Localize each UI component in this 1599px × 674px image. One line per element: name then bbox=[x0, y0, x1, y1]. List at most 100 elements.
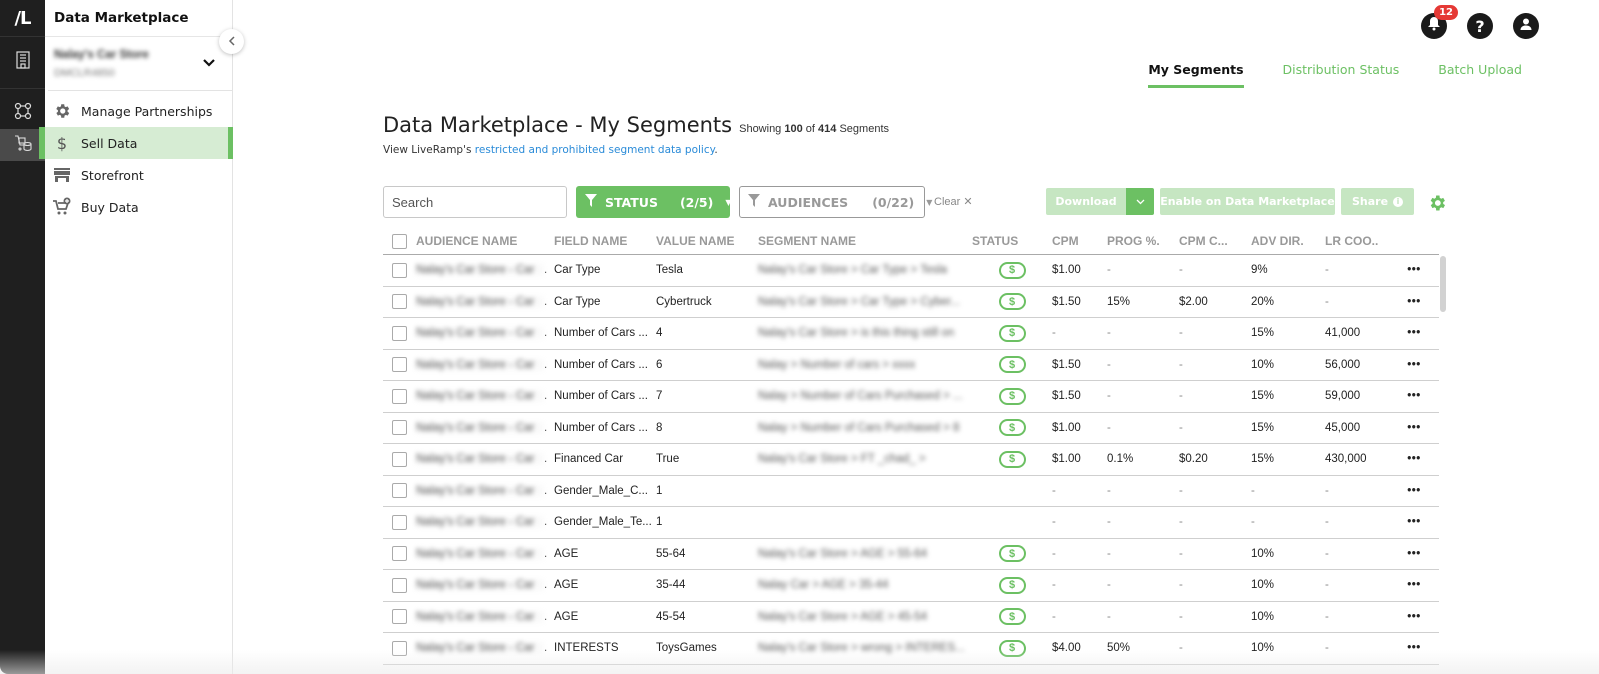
row-checkbox[interactable] bbox=[392, 577, 407, 593]
rail-item-organization[interactable] bbox=[0, 37, 45, 89]
status-filter-button[interactable]: STATUS (2/5) ▼ bbox=[576, 186, 732, 218]
tab-my-segments[interactable]: My Segments bbox=[1148, 62, 1244, 88]
collapse-sidebar-button[interactable] bbox=[219, 29, 244, 54]
column-header-prog-pct[interactable]: PROG %. bbox=[1107, 234, 1179, 248]
value-name-cell: 4 bbox=[656, 327, 663, 340]
row-checkbox[interactable] bbox=[392, 420, 407, 436]
column-header-value-name[interactable]: VALUE NAME bbox=[656, 234, 758, 248]
cpm-cell: $1.50 bbox=[1052, 295, 1081, 308]
cpm-cap-cell: - bbox=[1179, 484, 1183, 497]
select-all-checkbox[interactable] bbox=[392, 233, 407, 249]
notifications-button[interactable]: 12 bbox=[1421, 5, 1458, 39]
table-row[interactable]: Nalay's Car Store - Car . Gender_Male_Te… bbox=[383, 507, 1439, 539]
column-header-audience-name[interactable]: AUDIENCE NAME bbox=[416, 234, 554, 248]
field-name-cell: Number of Cars ... bbox=[554, 327, 648, 340]
adv-dir-cell: 15% bbox=[1251, 421, 1275, 434]
help-button[interactable]: ? bbox=[1467, 13, 1493, 39]
row-actions-menu-icon[interactable]: ••• bbox=[1399, 264, 1429, 276]
row-actions-menu-icon[interactable]: ••• bbox=[1399, 390, 1429, 402]
audiences-filter-button[interactable]: AUDIENCES (0/22) ▼ bbox=[739, 186, 932, 218]
chevron-down-icon[interactable] bbox=[202, 55, 216, 73]
table-row[interactable]: Nalay's Car Store - Car . AGE 35-44 Nala… bbox=[383, 570, 1439, 602]
row-checkbox[interactable] bbox=[392, 514, 407, 530]
storefront-icon bbox=[51, 165, 73, 185]
row-checkbox[interactable] bbox=[392, 357, 407, 373]
table-row[interactable]: Nalay's Car Store - Car . AGE 45-54 Nala… bbox=[383, 602, 1439, 633]
table-row[interactable]: Nalay's Car Store - Car . Financed Car T… bbox=[383, 444, 1439, 476]
row-checkbox[interactable] bbox=[392, 451, 407, 467]
table-row[interactable]: Nalay's Car Store - Car . AGE 55-64 Nala… bbox=[383, 539, 1439, 570]
row-checkbox[interactable] bbox=[392, 325, 407, 341]
policy-link[interactable]: restricted and prohibited segment data p… bbox=[475, 144, 715, 156]
row-checkbox[interactable] bbox=[392, 388, 407, 404]
audience-name-cell: Nalay's Car Store - Car bbox=[416, 484, 544, 497]
row-actions-menu-icon[interactable]: ••• bbox=[1399, 327, 1429, 339]
value-name-cell: 6 bbox=[656, 358, 663, 371]
row-actions-menu-icon[interactable]: ••• bbox=[1399, 422, 1429, 434]
rail-item-partnerships[interactable] bbox=[0, 97, 45, 129]
sidebar-item-storefront[interactable]: Storefront bbox=[45, 159, 232, 191]
row-checkbox[interactable] bbox=[392, 609, 407, 625]
tab-distribution-status[interactable]: Distribution Status bbox=[1283, 62, 1400, 88]
enable-on-marketplace-button[interactable]: Enable on Data Marketplace bbox=[1160, 188, 1335, 215]
table-row[interactable]: Nalay's Car Store - Car . Number of Cars… bbox=[383, 381, 1439, 413]
row-actions-menu-icon[interactable]: ••• bbox=[1399, 516, 1429, 528]
row-actions-menu-icon[interactable]: ••• bbox=[1399, 453, 1429, 465]
sidebar-item-sell-data[interactable]: $ Sell Data bbox=[39, 127, 233, 159]
sidebar-item-buy-data[interactable]: Buy Data bbox=[45, 191, 232, 223]
table-row[interactable]: Nalay's Car Store - Car . Car Type Tesla… bbox=[383, 255, 1439, 287]
truncation-dot: . bbox=[544, 453, 548, 466]
search-input[interactable] bbox=[383, 186, 567, 218]
table-scrollbar[interactable] bbox=[1440, 256, 1446, 312]
row-actions-menu-icon[interactable]: ••• bbox=[1399, 642, 1429, 654]
segment-name-cell: Nalay's Car Store > AGE > 55-64 bbox=[758, 547, 928, 560]
row-actions-menu-icon[interactable]: ••• bbox=[1399, 548, 1429, 560]
field-name-cell: INTERESTS bbox=[554, 642, 619, 655]
row-checkbox[interactable] bbox=[392, 262, 407, 278]
row-actions-menu-icon[interactable]: ••• bbox=[1399, 579, 1429, 591]
row-actions-menu-icon[interactable]: ••• bbox=[1399, 296, 1429, 308]
share-button[interactable]: Share i bbox=[1341, 188, 1414, 215]
cpm-cap-cell: - bbox=[1179, 516, 1183, 529]
download-button[interactable]: Download bbox=[1046, 188, 1126, 215]
field-name-cell: Gender_Male_C... bbox=[554, 484, 648, 497]
row-checkbox[interactable] bbox=[392, 294, 407, 310]
column-header-cpm[interactable]: CPM bbox=[1052, 234, 1107, 248]
cpm-cap-cell: - bbox=[1179, 264, 1183, 277]
prog-pct-cell: - bbox=[1107, 516, 1111, 529]
row-checkbox[interactable] bbox=[392, 483, 407, 499]
row-actions-menu-icon[interactable]: ••• bbox=[1399, 359, 1429, 371]
audience-name-cell: Nalay's Car Store - Car bbox=[416, 390, 544, 403]
table-row[interactable]: Nalay's Car Store - Car . Car Type Cyber… bbox=[383, 287, 1439, 318]
user-account-button[interactable] bbox=[1513, 13, 1539, 39]
table-row[interactable]: Nalay's Car Store - Car . Number of Cars… bbox=[383, 350, 1439, 381]
table-row[interactable]: Nalay's Car Store - Car . Gender_Male_C.… bbox=[383, 476, 1439, 507]
table-row[interactable]: Nalay's Car Store - Car . Number of Cars… bbox=[383, 413, 1439, 444]
table-row[interactable]: Nalay's Car Store - Car . INTERESTS Toys… bbox=[383, 633, 1439, 665]
adv-dir-cell: 9% bbox=[1251, 264, 1268, 277]
row-actions-menu-icon[interactable]: ••• bbox=[1399, 611, 1429, 623]
segment-name-cell: Nalay Car > AGE > 35-44 bbox=[758, 579, 889, 592]
adv-dir-cell: - bbox=[1251, 516, 1255, 529]
row-actions-menu-icon[interactable]: ••• bbox=[1399, 485, 1429, 497]
audience-name-cell: Nalay's Car Store - Car bbox=[416, 327, 544, 340]
download-options-button[interactable] bbox=[1126, 188, 1154, 215]
column-header-field-name[interactable]: FIELD NAME bbox=[554, 234, 656, 248]
column-header-lr-coo[interactable]: LR COO.. bbox=[1325, 234, 1399, 248]
row-checkbox[interactable] bbox=[392, 546, 407, 562]
column-header-cpm-cap[interactable]: CPM C... bbox=[1179, 234, 1251, 248]
org-selector[interactable]: Nalay's Car Store DMCLR4850 bbox=[48, 37, 232, 91]
column-header-status[interactable]: STATUS bbox=[972, 234, 1052, 248]
tab-batch-upload[interactable]: Batch Upload bbox=[1438, 62, 1522, 88]
liverramp-logo[interactable]: /L bbox=[0, 0, 45, 37]
sidebar-item-manage-partnerships[interactable]: Manage Partnerships bbox=[45, 95, 232, 127]
column-header-segment-name[interactable]: SEGMENT NAME bbox=[758, 234, 972, 248]
table-settings-button[interactable] bbox=[1427, 193, 1447, 218]
table-row[interactable]: Nalay's Car Store - Car . Number of Cars… bbox=[383, 318, 1439, 350]
column-header-adv-dir[interactable]: ADV DIR. bbox=[1251, 234, 1325, 248]
row-checkbox[interactable] bbox=[392, 640, 407, 656]
cpm-cell: $1.00 bbox=[1052, 264, 1081, 277]
status-enabled-dollar-icon: $ bbox=[998, 261, 1026, 279]
clear-filters-button[interactable]: Clear ✕ bbox=[934, 195, 973, 208]
cpm-cell: $1.50 bbox=[1052, 358, 1081, 371]
